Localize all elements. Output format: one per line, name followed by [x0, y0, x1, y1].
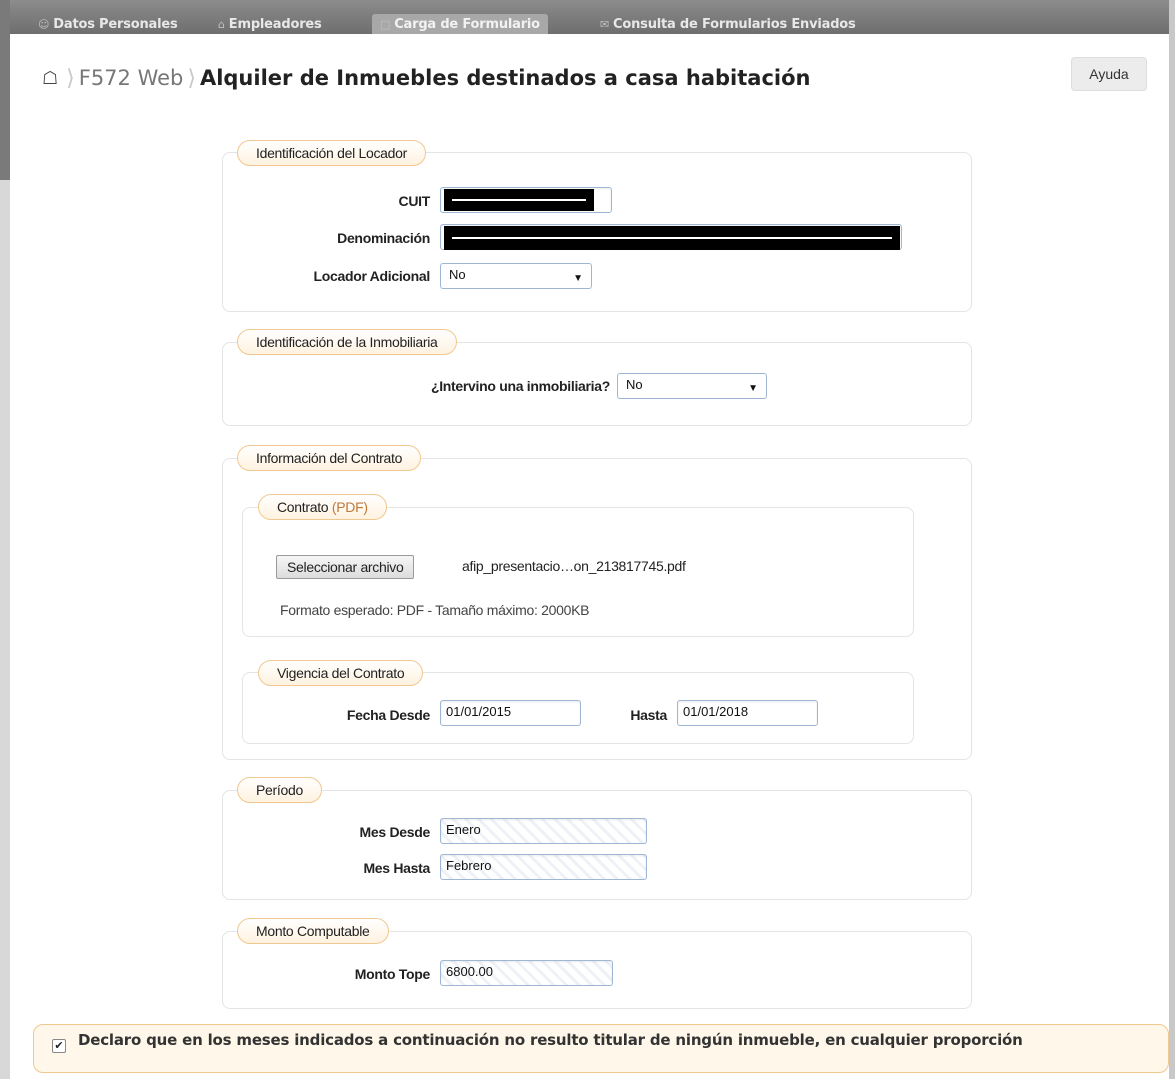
caret-down-icon: ▼	[573, 273, 583, 284]
mes-desde-label: Mes Desde	[359, 824, 431, 840]
denominacion-redacted	[444, 226, 900, 250]
hasta-label: Hasta	[630, 707, 667, 723]
legend-pdf: (PDF)	[331, 499, 368, 515]
breadcrumb-separator-icon: ⟩	[66, 65, 75, 90]
tab-label: Datos Personales	[53, 16, 178, 32]
monto-tope-input[interactable]: 6800.00	[440, 960, 613, 986]
file-hint: Formato esperado: PDF - Tamaño máximo: 2…	[280, 602, 590, 618]
fecha-hasta-input[interactable]: 01/01/2018	[677, 700, 818, 726]
declaration-box: ✔ Declaro que en los meses indicados a c…	[33, 1024, 1169, 1073]
page-title: Alquiler de Inmuebles destinados a casa …	[199, 66, 811, 90]
window-left-edge	[0, 0, 10, 1079]
select-value: No	[449, 267, 466, 282]
fecha-desde-label: Fecha Desde	[346, 707, 430, 723]
page-header: ☖ ⟩ F572 Web ⟩ Alquiler de Inmuebles des…	[42, 60, 810, 96]
tab-consulta-formularios[interactable]: ✉ Consulta de Formularios Enviados	[600, 14, 856, 34]
cuit-label: CUIT	[398, 193, 431, 209]
legend-contrato-pdf: Contrato (PDF)	[258, 494, 387, 520]
tab-datos-personales[interactable]: ☺ Datos Personales	[38, 14, 178, 34]
legend-monto: Monto Computable	[237, 918, 389, 944]
legend-text: Contrato	[277, 499, 329, 515]
locador-adicional-select[interactable]: No ▼	[440, 263, 592, 289]
fecha-desde-input[interactable]: 01/01/2015	[440, 700, 581, 726]
select-value: No	[626, 377, 643, 392]
inmobiliaria-select[interactable]: No ▼	[617, 373, 767, 399]
monto-tope-label: Monto Tope	[354, 966, 431, 982]
document-icon: □	[380, 17, 391, 31]
legend-periodo: Período	[237, 777, 322, 803]
tab-label: Carga de Formulario	[394, 16, 540, 32]
window-right-edge	[1169, 0, 1175, 1079]
inmobiliaria-question-label: ¿Intervino una inmobiliaria?	[430, 378, 610, 394]
cuit-redacted	[444, 189, 594, 211]
caret-down-icon: ▼	[748, 383, 758, 394]
help-button[interactable]: Ayuda	[1071, 57, 1147, 91]
legend-vigencia: Vigencia del Contrato	[258, 660, 424, 686]
mes-desde-input[interactable]: Enero	[440, 818, 647, 844]
legend-inmobiliaria: Identificación de la Inmobiliaria	[237, 329, 457, 355]
redacted-area	[868, 60, 1028, 94]
denominacion-label: Denominación	[337, 230, 430, 246]
locador-adicional-label: Locador Adicional	[313, 268, 430, 284]
tab-label: Consulta de Formularios Enviados	[613, 16, 856, 32]
top-navigation: ☺ Datos Personales ⌂ Empleadores □ Carga…	[10, 0, 1169, 34]
tab-label: Empleadores	[228, 16, 322, 32]
declaration-text: Declaro que en los meses indicados a con…	[78, 1031, 1023, 1049]
envelope-icon: ✉	[600, 17, 610, 31]
fieldset-periodo	[222, 790, 972, 900]
building-icon: ⌂	[218, 17, 225, 31]
mes-hasta-input[interactable]: Febrero	[440, 854, 647, 880]
tab-empleadores[interactable]: ⌂ Empleadores	[218, 14, 322, 34]
select-file-button[interactable]: Seleccionar archivo	[276, 555, 415, 579]
user-icon: ☺	[38, 17, 50, 31]
legend-contrato: Información del Contrato	[237, 445, 422, 471]
mes-hasta-label: Mes Hasta	[363, 860, 430, 876]
breadcrumb[interactable]: F572 Web	[79, 66, 184, 90]
file-name: afip_presentacio…on_213817745.pdf	[462, 558, 686, 574]
breadcrumb-separator-icon: ⟩	[187, 65, 196, 90]
legend-locador: Identificación del Locador	[237, 140, 426, 166]
tab-carga-de-formulario[interactable]: □ Carga de Formulario	[372, 14, 548, 34]
home-icon[interactable]: ☖	[42, 68, 58, 89]
declaration-checkbox[interactable]: ✔	[52, 1039, 66, 1053]
